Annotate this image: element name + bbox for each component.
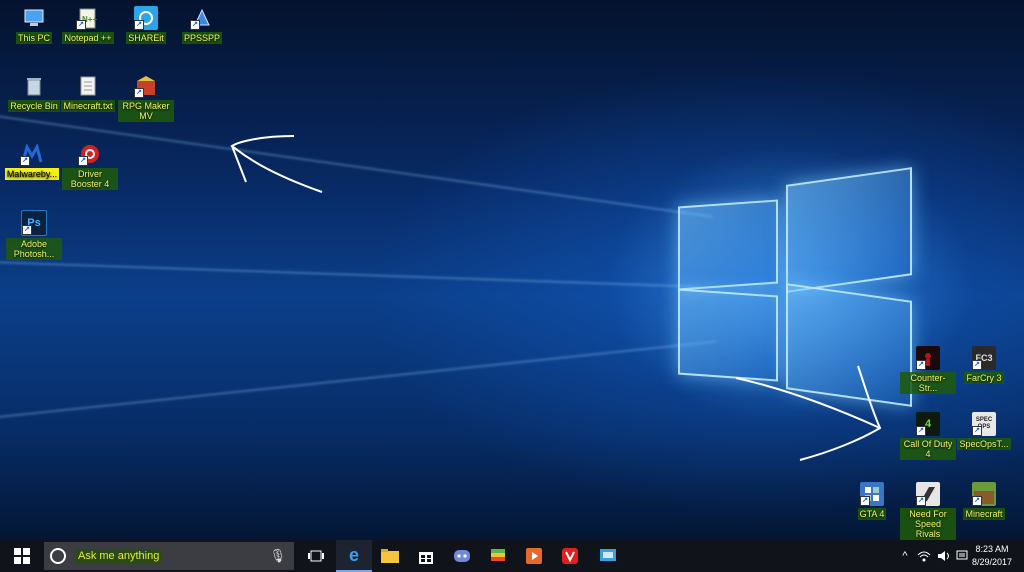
clock-time: 8:23 AM <box>975 544 1009 554</box>
taskbar-bluestacks[interactable] <box>480 540 516 572</box>
store-icon <box>419 552 433 564</box>
start-button[interactable] <box>0 540 44 572</box>
minecraft-icon: ↗ <box>972 482 996 506</box>
desktop[interactable]: This PC N++ ↗ Notepad ++ ↗ SHAREit ↗ PPS… <box>0 0 1024 540</box>
media-player-icon <box>526 548 542 564</box>
tray-network-icon[interactable] <box>914 540 934 572</box>
desktop-icon-ppsspp[interactable]: ↗ PPSSPP <box>174 6 230 44</box>
shortcut-arrow-icon: ↗ <box>134 20 144 30</box>
photoshop-icon: Ps ↗ <box>21 210 47 236</box>
computer-icon <box>22 6 46 30</box>
shortcut-arrow-icon: ↗ <box>76 20 86 30</box>
remote-app-icon <box>600 549 616 561</box>
notification-icon <box>956 550 968 560</box>
notepad-icon: N++ ↗ <box>76 6 100 30</box>
desktop-icon-driver-booster[interactable]: ↗ Driver Booster 4 <box>62 142 118 190</box>
taskbar-edge[interactable]: e <box>336 540 372 572</box>
desktop-icon-farcry-3[interactable]: FC3 ↗ FarCry 3 <box>956 346 1012 384</box>
shortcut-arrow-icon: ↗ <box>916 360 926 370</box>
shareit-icon: ↗ <box>134 6 158 30</box>
farcry-icon: FC3 ↗ <box>972 346 996 370</box>
shortcut-arrow-icon: ↗ <box>22 225 32 235</box>
vivaldi-icon <box>562 548 578 564</box>
shortcut-arrow-icon: ↗ <box>860 496 870 506</box>
taskbar-clock[interactable]: 8:23 AM 8/29/2017 <box>968 543 1016 569</box>
annotation-arrow-head <box>799 365 882 461</box>
taskbar-media-player[interactable] <box>516 540 552 572</box>
windows-start-icon <box>14 548 30 564</box>
desktop-icon-call-of-duty-4[interactable]: 4 ↗ Call Of Duty 4 <box>900 412 956 460</box>
discord-icon <box>454 550 470 562</box>
desktop-icon-spec-ops[interactable]: SPEC OPS ↗ SpecOpsT... <box>956 412 1012 450</box>
taskbar-store[interactable] <box>408 540 444 572</box>
cortana-search-box[interactable]: Ask me anything 🎙 <box>44 542 294 570</box>
desktop-icon-notepad-plus-plus[interactable]: N++ ↗ Notepad ++ <box>60 6 116 44</box>
shortcut-arrow-icon: ↗ <box>972 496 982 506</box>
taskbar-file-explorer[interactable] <box>372 540 408 572</box>
shortcut-arrow-icon: ↗ <box>190 20 200 30</box>
cortana-icon <box>50 548 66 564</box>
ppsspp-icon: ↗ <box>190 6 214 30</box>
taskbar-discord[interactable] <box>444 540 480 572</box>
driver-booster-icon: ↗ <box>78 142 102 166</box>
edge-icon: e <box>348 544 359 565</box>
shortcut-arrow-icon: ↗ <box>972 360 982 370</box>
rpg-maker-icon: ↗ <box>134 74 158 98</box>
desktop-icon-shareit[interactable]: ↗ SHAREit <box>118 6 174 44</box>
call-of-duty-icon: 4 ↗ <box>916 412 940 436</box>
shortcut-arrow-icon: ↗ <box>916 496 926 506</box>
desktop-icon-gta-4[interactable]: ↗ GTA 4 <box>844 482 900 520</box>
text-file-icon <box>76 74 100 98</box>
malwarebytes-icon: ↗ <box>20 142 44 166</box>
annotation-arrow-stroke <box>735 377 881 429</box>
desktop-icon-minecraft-txt[interactable]: Minecraft.txt <box>60 74 116 112</box>
shortcut-arrow-icon: ↗ <box>78 156 88 166</box>
desktop-icon-need-for-speed-rivals[interactable]: ↗ Need For Speed Rivals <box>900 482 956 540</box>
search-placeholder: Ask me anything <box>76 549 162 563</box>
taskbar-vivaldi[interactable] <box>552 540 588 572</box>
need-for-speed-icon: ↗ <box>916 482 940 506</box>
tray-overflow-chevron[interactable]: ^ <box>896 540 914 572</box>
desktop-icon-rpg-maker-mv[interactable]: ↗ RPG Maker MV <box>118 74 174 122</box>
recycle-bin-icon <box>22 74 46 98</box>
desktop-icon-adobe-photoshop[interactable]: Ps ↗ Adobe Photosh... <box>6 210 62 260</box>
taskbar-remote-app[interactable] <box>590 540 626 572</box>
desktop-icon-malwarebytes[interactable]: ↗ Malwareby... <box>4 142 60 180</box>
taskbar: Ask me anything 🎙 e ^ 8:23 AM 8/29/2017 <box>0 540 1024 572</box>
desktop-icon-minecraft[interactable]: ↗ Minecraft <box>956 482 1012 520</box>
speaker-icon <box>938 551 949 561</box>
gta-icon: ↗ <box>860 482 884 506</box>
shortcut-arrow-icon: ↗ <box>916 426 926 436</box>
clock-date: 8/29/2017 <box>971 557 1013 567</box>
tray-volume-icon[interactable] <box>934 540 954 572</box>
counter-strike-icon: ↗ <box>916 346 940 370</box>
folder-icon <box>381 549 399 563</box>
bluestacks-icon <box>491 549 505 561</box>
desktop-icon-recycle-bin[interactable]: Recycle Bin <box>6 74 62 112</box>
task-view-icon <box>308 550 324 562</box>
shortcut-arrow-icon: ↗ <box>972 426 982 436</box>
task-view-button[interactable] <box>298 540 334 572</box>
annotation-arrow-stroke <box>230 135 323 193</box>
desktop-icon-counter-strike[interactable]: ↗ Counter-Str... <box>900 346 956 394</box>
spec-ops-icon: SPEC OPS ↗ <box>972 412 996 436</box>
microphone-icon[interactable]: 🎙 <box>269 548 286 564</box>
wifi-icon <box>917 551 931 562</box>
shortcut-arrow-icon: ↗ <box>20 156 30 166</box>
shortcut-arrow-icon: ↗ <box>134 88 144 98</box>
desktop-icon-this-pc[interactable]: This PC <box>6 6 62 44</box>
